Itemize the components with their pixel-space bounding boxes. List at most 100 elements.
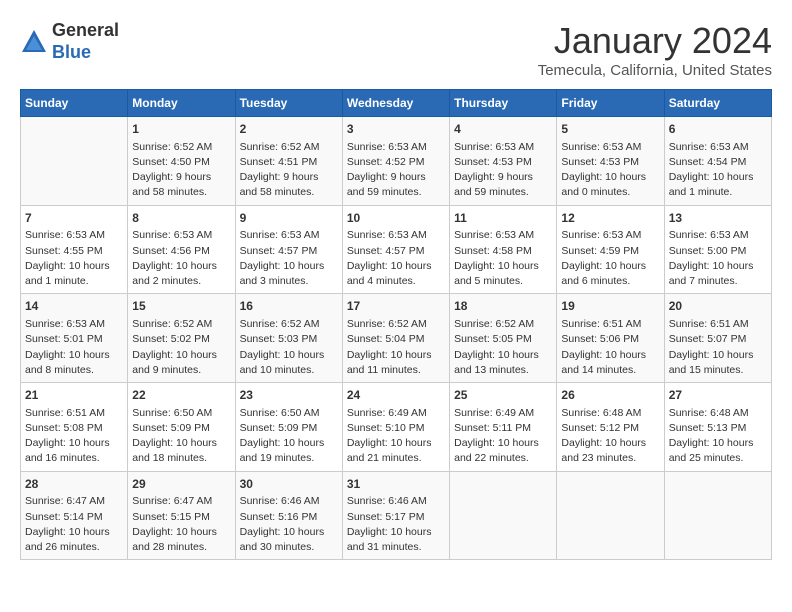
calendar-cell: 31Sunrise: 6:46 AMSunset: 5:17 PMDayligh… bbox=[342, 471, 449, 560]
calendar-cell: 29Sunrise: 6:47 AMSunset: 5:15 PMDayligh… bbox=[128, 471, 235, 560]
day-info: Sunrise: 6:53 AMSunset: 4:53 PMDaylight:… bbox=[454, 140, 552, 201]
day-info: Sunrise: 6:53 AMSunset: 4:59 PMDaylight:… bbox=[561, 228, 659, 289]
day-info: Sunrise: 6:49 AMSunset: 5:10 PMDaylight:… bbox=[347, 406, 445, 467]
day-number: 22 bbox=[132, 387, 230, 404]
day-info: Sunrise: 6:50 AMSunset: 5:09 PMDaylight:… bbox=[240, 406, 338, 467]
day-info: Sunrise: 6:47 AMSunset: 5:15 PMDaylight:… bbox=[132, 494, 230, 555]
day-number: 4 bbox=[454, 121, 552, 138]
day-number: 23 bbox=[240, 387, 338, 404]
calendar-cell: 7Sunrise: 6:53 AMSunset: 4:55 PMDaylight… bbox=[21, 205, 128, 294]
day-number: 25 bbox=[454, 387, 552, 404]
day-info: Sunrise: 6:48 AMSunset: 5:12 PMDaylight:… bbox=[561, 406, 659, 467]
day-info: Sunrise: 6:48 AMSunset: 5:13 PMDaylight:… bbox=[669, 406, 767, 467]
calendar-cell: 10Sunrise: 6:53 AMSunset: 4:57 PMDayligh… bbox=[342, 205, 449, 294]
day-info: Sunrise: 6:53 AMSunset: 4:58 PMDaylight:… bbox=[454, 228, 552, 289]
calendar-cell bbox=[450, 471, 557, 560]
calendar-cell: 14Sunrise: 6:53 AMSunset: 5:01 PMDayligh… bbox=[21, 294, 128, 383]
day-info: Sunrise: 6:53 AMSunset: 4:57 PMDaylight:… bbox=[347, 228, 445, 289]
calendar-cell: 2Sunrise: 6:52 AMSunset: 4:51 PMDaylight… bbox=[235, 117, 342, 206]
day-info: Sunrise: 6:53 AMSunset: 5:00 PMDaylight:… bbox=[669, 228, 767, 289]
day-number: 18 bbox=[454, 298, 552, 315]
day-info: Sunrise: 6:53 AMSunset: 4:52 PMDaylight:… bbox=[347, 140, 445, 201]
title-area: January 2024 Temecula, California, Unite… bbox=[538, 20, 772, 79]
calendar-cell: 17 Sunrise: 6:52 AMSunset: 5:04 PMDayligh… bbox=[342, 294, 449, 383]
calendar-cell: 25Sunrise: 6:49 AMSunset: 5:11 PMDayligh… bbox=[450, 383, 557, 472]
calendar-cell: 27 Sunrise: 6:48 AMSunset: 5:13 PMDayligh… bbox=[664, 383, 771, 472]
calendar-cell: 3 Sunrise: 6:53 AMSunset: 4:52 PMDaylight… bbox=[342, 117, 449, 206]
calendar-cell: 12Sunrise: 6:53 AMSunset: 4:59 PMDayligh… bbox=[557, 205, 664, 294]
calendar-cell: 11Sunrise: 6:53 AMSunset: 4:58 PMDayligh… bbox=[450, 205, 557, 294]
header-tuesday: Tuesday bbox=[235, 90, 342, 117]
day-number: 19 bbox=[561, 298, 659, 315]
calendar-cell: 26Sunrise: 6:48 AMSunset: 5:12 PMDayligh… bbox=[557, 383, 664, 472]
day-number: 10 bbox=[347, 210, 445, 227]
day-info: Sunrise: 6:53 AMSunset: 4:55 PMDaylight:… bbox=[25, 228, 123, 289]
header-friday: Friday bbox=[557, 90, 664, 117]
day-number: 7 bbox=[25, 210, 123, 227]
logo-icon bbox=[20, 28, 48, 56]
calendar-cell: 28Sunrise: 6:47 AMSunset: 5:14 PMDayligh… bbox=[21, 471, 128, 560]
day-info: Sunrise: 6:51 AMSunset: 5:06 PMDaylight:… bbox=[561, 317, 659, 378]
day-number: 28 bbox=[25, 476, 123, 493]
header-monday: Monday bbox=[128, 90, 235, 117]
page-header: General Blue January 2024 Temecula, Cali… bbox=[20, 20, 772, 79]
day-number: 15 bbox=[132, 298, 230, 315]
day-number: 8 bbox=[132, 210, 230, 227]
calendar-cell: 15Sunrise: 6:52 AMSunset: 5:02 PMDayligh… bbox=[128, 294, 235, 383]
calendar-cell: 19 Sunrise: 6:51 AMSunset: 5:06 PMDayligh… bbox=[557, 294, 664, 383]
day-info: Sunrise: 6:53 AMSunset: 4:57 PMDaylight:… bbox=[240, 228, 338, 289]
day-number: 3 bbox=[347, 121, 445, 138]
calendar-cell: 5Sunrise: 6:53 AMSunset: 4:53 PMDaylight… bbox=[557, 117, 664, 206]
day-info: Sunrise: 6:51 AMSunset: 5:08 PMDaylight:… bbox=[25, 406, 123, 467]
calendar-table: SundayMondayTuesdayWednesdayThursdayFrid… bbox=[20, 89, 772, 560]
header-thursday: Thursday bbox=[450, 90, 557, 117]
calendar-cell: 13Sunrise: 6:53 AMSunset: 5:00 PMDayligh… bbox=[664, 205, 771, 294]
day-number: 30 bbox=[240, 476, 338, 493]
day-number: 31 bbox=[347, 476, 445, 493]
day-info: Sunrise: 6:52 AMSunset: 4:51 PMDaylight:… bbox=[240, 140, 338, 201]
day-info: Sunrise: 6:46 AMSunset: 5:17 PMDaylight:… bbox=[347, 494, 445, 555]
day-info: Sunrise: 6:51 AMSunset: 5:07 PMDaylight:… bbox=[669, 317, 767, 378]
month-title: January 2024 bbox=[538, 20, 772, 62]
day-number: 13 bbox=[669, 210, 767, 227]
day-info: Sunrise: 6:53 AMSunset: 5:01 PMDaylight:… bbox=[25, 317, 123, 378]
logo-general-text: General bbox=[52, 20, 119, 40]
calendar-cell: 8Sunrise: 6:53 AMSunset: 4:56 PMDaylight… bbox=[128, 205, 235, 294]
day-number: 21 bbox=[25, 387, 123, 404]
day-number: 16 bbox=[240, 298, 338, 315]
calendar-cell: 20 Sunrise: 6:51 AMSunset: 5:07 PMDayligh… bbox=[664, 294, 771, 383]
calendar-cell bbox=[557, 471, 664, 560]
day-number: 17 bbox=[347, 298, 445, 315]
calendar-cell: 4 Sunrise: 6:53 AMSunset: 4:53 PMDaylight… bbox=[450, 117, 557, 206]
day-info: Sunrise: 6:53 AMSunset: 4:53 PMDaylight:… bbox=[561, 140, 659, 201]
week-row-5: 28Sunrise: 6:47 AMSunset: 5:14 PMDayligh… bbox=[21, 471, 772, 560]
day-number: 9 bbox=[240, 210, 338, 227]
day-number: 24 bbox=[347, 387, 445, 404]
week-row-4: 21 Sunrise: 6:51 AMSunset: 5:08 PMDayligh… bbox=[21, 383, 772, 472]
day-info: Sunrise: 6:52 AMSunset: 5:05 PMDaylight:… bbox=[454, 317, 552, 378]
day-number: 20 bbox=[669, 298, 767, 315]
calendar-cell: 22Sunrise: 6:50 AMSunset: 5:09 PMDayligh… bbox=[128, 383, 235, 472]
day-number: 29 bbox=[132, 476, 230, 493]
day-info: Sunrise: 6:52 AMSunset: 4:50 PMDaylight:… bbox=[132, 140, 230, 201]
day-info: Sunrise: 6:52 AMSunset: 5:04 PMDaylight:… bbox=[347, 317, 445, 378]
header-saturday: Saturday bbox=[664, 90, 771, 117]
day-info: Sunrise: 6:53 AMSunset: 4:56 PMDaylight:… bbox=[132, 228, 230, 289]
day-number: 11 bbox=[454, 210, 552, 227]
day-number: 6 bbox=[669, 121, 767, 138]
day-number: 12 bbox=[561, 210, 659, 227]
week-row-1: 1 Sunrise: 6:52 AMSunset: 4:50 PMDaylight… bbox=[21, 117, 772, 206]
day-number: 27 bbox=[669, 387, 767, 404]
calendar-cell: 24 Sunrise: 6:49 AMSunset: 5:10 PMDayligh… bbox=[342, 383, 449, 472]
calendar-cell: 30Sunrise: 6:46 AMSunset: 5:16 PMDayligh… bbox=[235, 471, 342, 560]
calendar-header: SundayMondayTuesdayWednesdayThursdayFrid… bbox=[21, 90, 772, 117]
calendar-cell: 9Sunrise: 6:53 AMSunset: 4:57 PMDaylight… bbox=[235, 205, 342, 294]
calendar-cell: 6 Sunrise: 6:53 AMSunset: 4:54 PMDaylight… bbox=[664, 117, 771, 206]
day-info: Sunrise: 6:52 AMSunset: 5:03 PMDaylight:… bbox=[240, 317, 338, 378]
day-info: Sunrise: 6:53 AMSunset: 4:54 PMDaylight:… bbox=[669, 140, 767, 201]
day-number: 1 bbox=[132, 121, 230, 138]
calendar-cell: 18 Sunrise: 6:52 AMSunset: 5:05 PMDayligh… bbox=[450, 294, 557, 383]
calendar-cell bbox=[21, 117, 128, 206]
calendar-body: 1 Sunrise: 6:52 AMSunset: 4:50 PMDaylight… bbox=[21, 117, 772, 560]
calendar-cell: 21 Sunrise: 6:51 AMSunset: 5:08 PMDayligh… bbox=[21, 383, 128, 472]
